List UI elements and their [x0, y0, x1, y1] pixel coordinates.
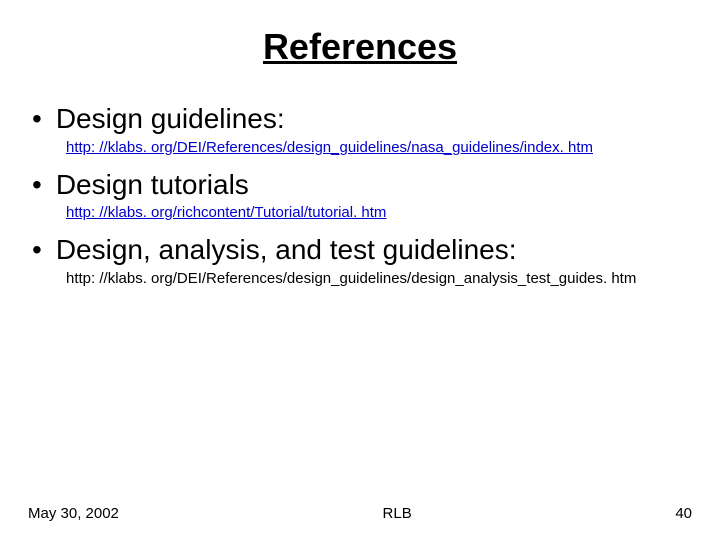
slide-title: References: [28, 26, 692, 68]
bullet-dot-icon: •: [32, 236, 42, 264]
bullet-dot-icon: •: [32, 105, 42, 133]
bullet-item: • Design guidelines: http: //klabs. org/…: [32, 102, 692, 156]
bullet-item: • Design, analysis, and test guidelines:…: [32, 233, 692, 287]
slide: References • Design guidelines: http: //…: [0, 0, 720, 540]
footer-date: May 30, 2002: [28, 505, 119, 522]
bullet-dot-icon: •: [32, 171, 42, 199]
footer-page: 40: [675, 505, 692, 522]
footer-author: RLB: [383, 505, 412, 522]
bullet-item: • Design tutorials http: //klabs. org/ri…: [32, 168, 692, 222]
reference-link[interactable]: http: //klabs. org/richcontent/Tutorial/…: [66, 204, 386, 221]
bullet-label: Design, analysis, and test guidelines:: [56, 233, 517, 267]
bullet-label: Design guidelines:: [56, 102, 285, 136]
reference-text: http: //klabs. org/DEI/References/design…: [66, 270, 636, 287]
bullet-label: Design tutorials: [56, 168, 249, 202]
reference-link[interactable]: http: //klabs. org/DEI/References/design…: [66, 139, 593, 156]
slide-footer: May 30, 2002 RLB 40: [28, 505, 692, 522]
bullet-list: • Design guidelines: http: //klabs. org/…: [28, 102, 692, 287]
